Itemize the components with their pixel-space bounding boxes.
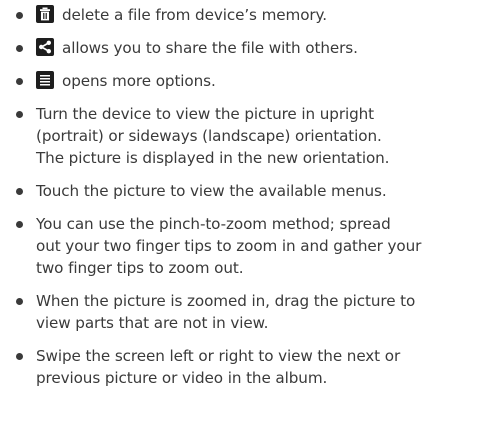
bullet [16, 353, 23, 360]
share-icon [36, 38, 54, 56]
list-item: When the picture is zoomed in, drag the … [16, 290, 488, 334]
list-item: Touch the picture to view the available … [16, 180, 488, 202]
list-item-text: delete a file from device’s memory. [62, 6, 328, 24]
bullet [16, 298, 23, 305]
text-line: out your two finger tips to zoom in and … [36, 237, 422, 255]
list-item: delete a file from device’s memory. [16, 4, 488, 26]
bullet [16, 12, 23, 19]
text-line: (portrait) or sideways (landscape) orien… [36, 127, 382, 145]
menu-icon [36, 71, 54, 89]
text-line: You can use the pinch-to-zoom method; sp… [36, 215, 391, 233]
text-line: view parts that are not in view. [36, 314, 269, 332]
trash-icon [36, 5, 54, 23]
text-line: Touch the picture to view the available … [36, 182, 387, 200]
list-item: Swipe the screen left or right to view t… [16, 345, 488, 389]
instruction-list: delete a file from device’s memory. allo… [0, 0, 492, 427]
list-item: You can use the pinch-to-zoom method; sp… [16, 213, 488, 279]
text-line: Swipe the screen left or right to view t… [36, 347, 401, 365]
text-line: Turn the device to view the picture in u… [36, 105, 375, 123]
text-line: previous picture or video in the album. [36, 369, 328, 387]
bullet [16, 221, 23, 228]
list-item: opens more options. [16, 70, 488, 92]
bullet [16, 45, 23, 52]
bullet [16, 78, 23, 85]
list-item-text: opens more options. [62, 72, 216, 90]
list-item-text: allows you to share the file with others… [62, 39, 358, 57]
list-item: allows you to share the file with others… [16, 37, 488, 59]
bullet [16, 111, 23, 118]
text-line: two finger tips to zoom out. [36, 259, 244, 277]
list-item: Turn the device to view the picture in u… [16, 103, 488, 169]
bullet [16, 188, 23, 195]
text-line: The picture is displayed in the new orie… [36, 149, 390, 167]
text-line: When the picture is zoomed in, drag the … [36, 292, 416, 310]
